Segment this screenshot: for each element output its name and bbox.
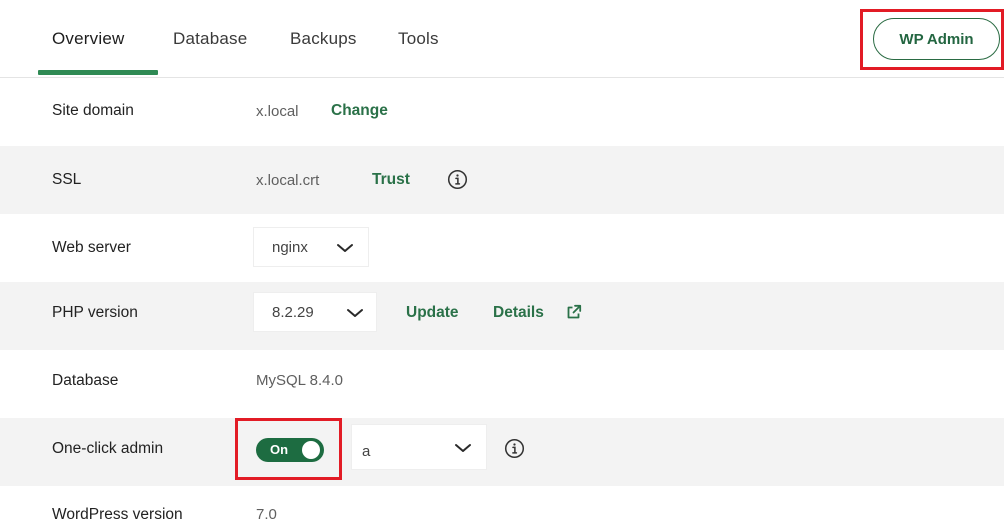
row-database: Database MySQL 8.4.0 [0,350,1004,418]
tab-backups[interactable]: Backups [290,29,357,49]
chevron-down-icon [337,244,353,252]
external-link-icon[interactable] [566,304,582,320]
row-ssl: SSL x.local.crt Trust [0,146,1004,214]
web-server-select[interactable]: nginx [253,227,369,267]
web-server-label: Web server [52,239,131,256]
php-update-link[interactable]: Update [406,304,459,322]
site-domain-label: Site domain [52,102,134,119]
row-wordpress-version: WordPress version 7.0 [0,486,1004,529]
info-icon[interactable] [447,169,468,190]
row-site-domain: Site domain x.local Change [0,78,1004,146]
row-web-server: Web server nginx [0,214,1004,282]
ssl-cert-value: x.local.crt [256,172,320,189]
admin-user-select[interactable]: a [351,424,487,470]
toggle-state-label: On [270,442,289,457]
tab-database[interactable]: Database [173,29,247,49]
one-click-admin-label: One-click admin [52,440,164,457]
chevron-down-icon [347,309,363,317]
php-version-selected: 8.2.29 [272,303,314,321]
php-version-select[interactable]: 8.2.29 [253,292,377,332]
php-version-label: PHP version [52,304,138,321]
trust-ssl-link[interactable]: Trust [372,171,410,189]
tab-tools[interactable]: Tools [398,29,439,49]
php-details-link[interactable]: Details [493,304,544,322]
database-version-value: MySQL 8.4.0 [256,372,343,389]
change-domain-link[interactable]: Change [331,102,388,120]
tab-bar: Overview Database Backups Tools [0,0,1004,78]
info-icon[interactable] [504,438,525,459]
row-php-version: PHP version 8.2.29 Update Details [0,282,1004,350]
wp-admin-button[interactable]: WP Admin [873,18,1000,60]
wordpress-version-label: WordPress version [52,506,183,523]
row-one-click-admin: One-click admin a [0,418,1004,486]
web-server-selected: nginx [272,238,308,256]
ssl-label: SSL [52,171,82,188]
toggle-knob [302,441,320,459]
database-label: Database [52,372,119,389]
admin-user-selected: a [362,442,371,460]
active-tab-indicator [38,70,158,75]
one-click-admin-toggle[interactable]: On [256,438,324,462]
chevron-down-icon [455,444,471,452]
tab-overview[interactable]: Overview [52,29,124,49]
site-domain-value: x.local [256,103,299,120]
wordpress-version-value: 7.0 [256,506,277,523]
